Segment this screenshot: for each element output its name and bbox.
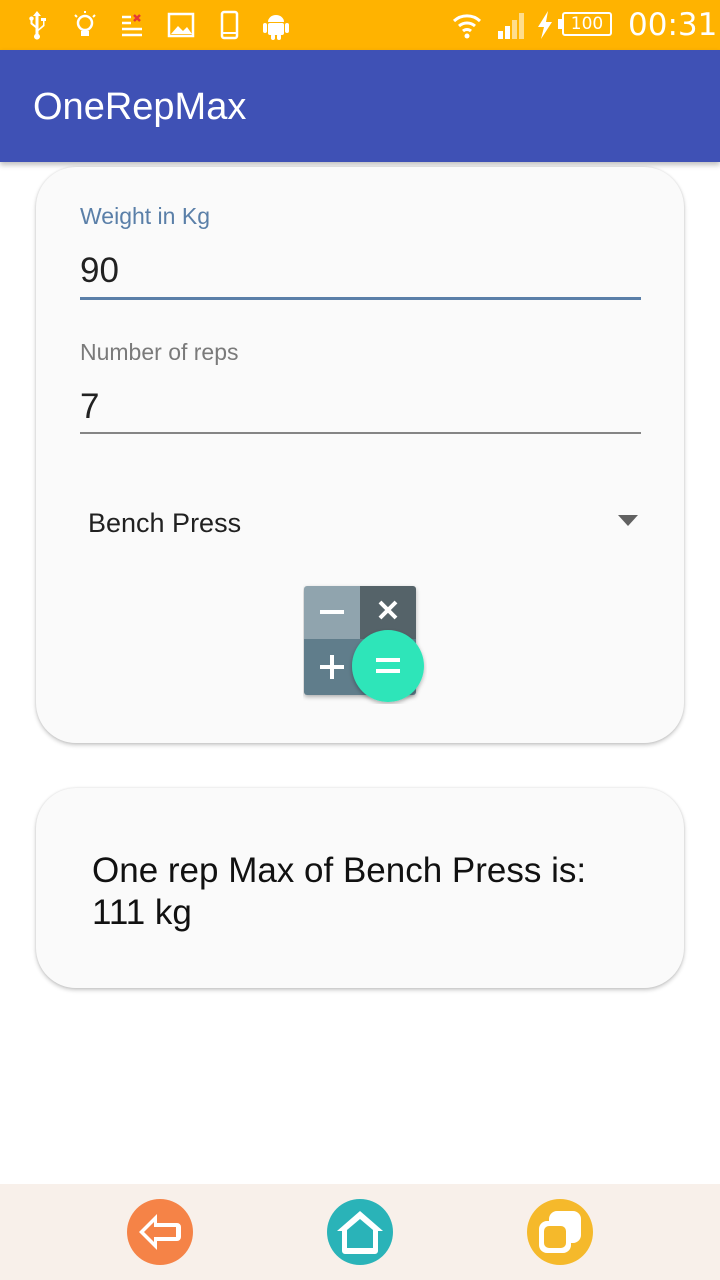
app-bar: OneRepMax <box>0 50 720 162</box>
recents-button[interactable] <box>527 1199 593 1265</box>
clock: 00:31 <box>628 7 718 43</box>
calculator-icon <box>304 586 424 702</box>
android-icon <box>261 9 291 41</box>
exercise-dropdown[interactable]: Bench Press <box>80 497 642 547</box>
navigation-bar <box>0 1184 720 1280</box>
reps-underline <box>80 432 641 434</box>
back-arrow-icon <box>127 1199 193 1265</box>
weight-input[interactable] <box>80 251 640 291</box>
charging-icon <box>534 9 556 41</box>
phone-icon <box>214 9 244 41</box>
result-card: One rep Max of Bench Press is: 111 kg <box>36 788 684 988</box>
home-button[interactable] <box>327 1199 393 1265</box>
lightbulb-icon <box>70 9 100 41</box>
result-line-1: One rep Max of Bench Press is: <box>92 851 587 890</box>
recents-icon <box>527 1199 593 1265</box>
notification-list-icon <box>118 9 148 41</box>
back-button[interactable] <box>127 1199 193 1265</box>
weight-underline <box>80 297 641 300</box>
result-line-2: 111 kg <box>92 893 192 932</box>
signal-icon <box>496 9 526 41</box>
app-title: OneRepMax <box>33 86 247 128</box>
reps-input[interactable] <box>80 387 640 427</box>
result-text: One rep Max of Bench Press is: 111 kg <box>92 850 652 934</box>
image-icon <box>166 9 196 41</box>
status-bar: 100 00:31 <box>0 0 720 50</box>
battery-level: 100 <box>558 12 612 36</box>
usb-icon <box>22 9 52 41</box>
calculate-button[interactable] <box>303 582 427 704</box>
weight-label: Weight in Kg <box>80 203 210 229</box>
wifi-icon <box>452 9 482 41</box>
dropdown-arrow-icon <box>618 515 638 526</box>
home-icon <box>327 1199 393 1265</box>
exercise-selected-value: Bench Press <box>88 508 242 538</box>
reps-label: Number of reps <box>80 339 239 365</box>
input-card: Weight in Kg Number of reps Bench Press <box>36 167 684 743</box>
